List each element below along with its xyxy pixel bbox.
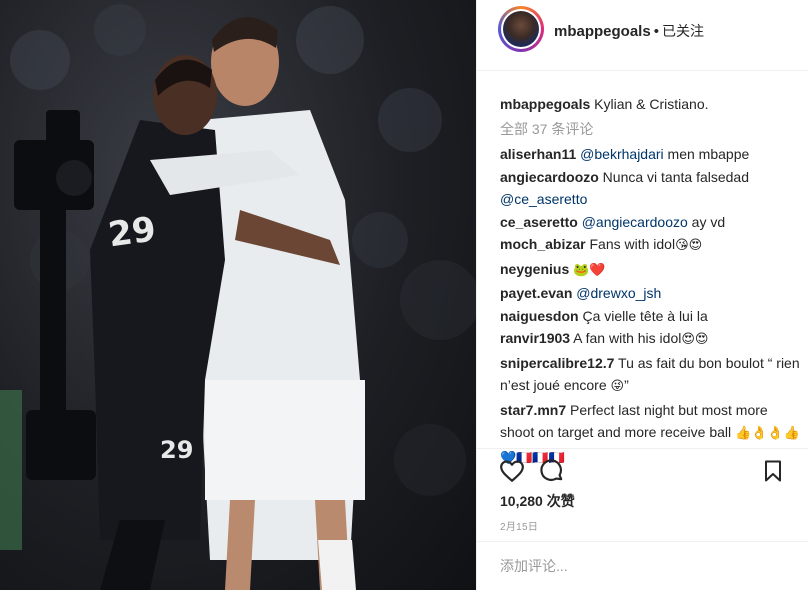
instagram-post: 29 29 mbappegoals • 已关注 mbappegoals Kylian… <box>0 0 808 590</box>
post-photo[interactable]: 29 29 <box>0 0 476 590</box>
comment-item: payet.evan @drewxo_jsh <box>500 282 800 305</box>
comment-emoji: 😍😍 <box>681 332 709 347</box>
comment-text: A fan with his idol <box>570 330 682 346</box>
likes-count[interactable]: 10,280 次赞 <box>500 491 575 511</box>
heart-icon[interactable] <box>499 458 525 484</box>
comment-bubble-icon[interactable] <box>539 458 565 484</box>
post-panel: mbappegoals • 已关注 mbappegoals Kylian & Cri… <box>476 0 808 590</box>
comment-item: moch_abizar Fans with idol😘😍 <box>500 233 800 258</box>
comments-section: mbappegoals Kylian & Cristiano. 全部 37 条评… <box>500 93 800 470</box>
caption-text: Kylian & Cristiano. <box>594 96 709 112</box>
comment-item: aliserhan11 @bekrhajdari men mbappe <box>500 143 800 166</box>
comment-username[interactable]: ranvir1903 <box>500 330 570 346</box>
comment-username[interactable]: aliserhan11 <box>500 146 576 162</box>
jersey-number-shorts: 29 <box>160 436 193 464</box>
bookmark-icon[interactable] <box>761 458 785 484</box>
comment-mention[interactable]: @angiecardoozo <box>582 214 688 230</box>
comment-text: Nunca vi tanta falsedad <box>598 168 750 185</box>
caption-username[interactable]: mbappegoals <box>500 96 590 112</box>
comment-mention[interactable]: @drewxo_jsh <box>576 285 661 301</box>
comment-emoji: 😜 <box>610 379 625 394</box>
header-user: mbappegoals • 已关注 <box>554 21 704 41</box>
comment-text: Ça vielle tête à lui la <box>578 307 708 324</box>
comment-emoji: 🐸❤️ <box>573 262 606 278</box>
header-username[interactable]: mbappegoals <box>554 23 651 40</box>
comment-mention[interactable]: @bekrhajdari <box>580 146 663 162</box>
comment-text: men mbappe <box>663 146 750 162</box>
comment-username[interactable]: payet.evan <box>500 285 572 301</box>
comment-emoji: 😘😍 <box>675 238 703 253</box>
comment-item: angiecardoozo Nunca vi tanta falsedad @c… <box>500 166 800 211</box>
comment-username[interactable]: snipercalibre12.7 <box>500 355 614 371</box>
action-bar <box>499 458 799 486</box>
comment-item: ranvir1903 A fan with his idol😍😍 <box>500 327 800 352</box>
jersey-number-back: 29 <box>106 209 158 255</box>
avatar[interactable] <box>498 6 544 52</box>
comment-username[interactable]: naiguesdon <box>500 308 579 324</box>
comment-text: Fans with idol <box>585 236 676 252</box>
comment-username[interactable]: moch_abizar <box>500 236 586 252</box>
comment-username[interactable]: star7.mn7 <box>500 402 566 418</box>
header-separator: • <box>653 23 659 40</box>
comment-item: neygenius 🐸❤️ <box>500 258 800 283</box>
post-header: mbappegoals • 已关注 <box>477 0 808 71</box>
view-all-comments-link[interactable]: 全部 37 条评论 <box>500 118 800 141</box>
comment-username[interactable]: ce_aseretto <box>500 214 578 230</box>
comment-item: snipercalibre12.7 Tu as fait du bon boul… <box>500 352 800 399</box>
comment-mention[interactable]: @ce_aseretto <box>500 191 587 207</box>
divider <box>477 448 808 449</box>
caption: mbappegoals Kylian & Cristiano. <box>500 93 800 116</box>
photo-illustration: 29 29 <box>0 4 476 590</box>
add-comment-input[interactable]: 添加评论... <box>500 556 568 576</box>
comment-username[interactable]: angiecardoozo <box>500 169 599 185</box>
comment-item: ce_aseretto @angiecardoozo ay vd <box>500 211 800 234</box>
comment-username[interactable]: neygenius <box>500 261 569 277</box>
comment-item: naiguesdon Ça vielle tête à lui la <box>500 305 800 328</box>
divider <box>477 541 808 542</box>
post-date[interactable]: 2月15日 <box>500 518 538 533</box>
comment-text: ay vd <box>687 213 726 230</box>
follow-status[interactable]: 已关注 <box>662 23 704 39</box>
comment-tail: ” <box>624 377 629 393</box>
